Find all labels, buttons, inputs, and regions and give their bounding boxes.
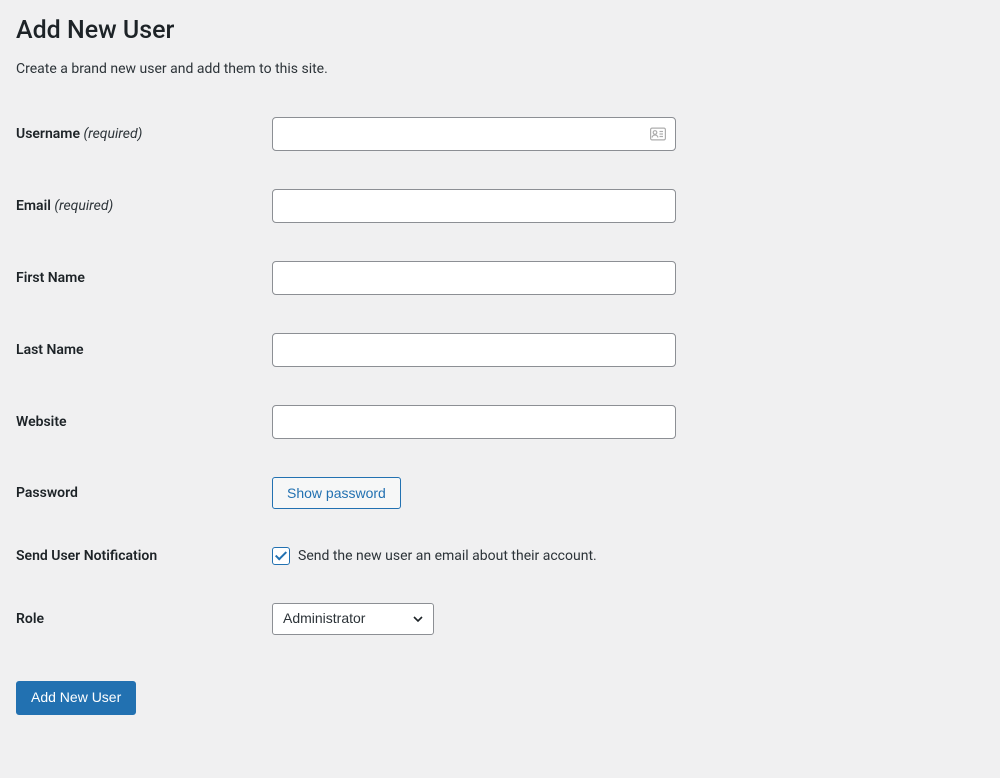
website-input[interactable] xyxy=(272,405,676,439)
username-label: Username (required) xyxy=(16,126,272,142)
page-title: Add New User xyxy=(16,16,984,45)
email-label: Email (required) xyxy=(16,198,272,214)
notification-checkbox-label[interactable]: Send the new user an email about their a… xyxy=(298,548,597,564)
last-name-label: Last Name xyxy=(16,342,272,358)
first-name-label: First Name xyxy=(16,270,272,286)
notification-label: Send User Notification xyxy=(16,548,272,564)
add-new-user-button[interactable]: Add New User xyxy=(16,681,136,715)
username-input[interactable] xyxy=(272,117,676,151)
role-select[interactable]: SubscriberContributorAuthorEditorAdminis… xyxy=(272,603,434,635)
website-label: Website xyxy=(16,414,272,430)
page-description: Create a brand new user and add them to … xyxy=(16,61,984,77)
role-label: Role xyxy=(16,611,272,627)
email-input[interactable] xyxy=(272,189,676,223)
first-name-input[interactable] xyxy=(272,261,676,295)
last-name-input[interactable] xyxy=(272,333,676,367)
contact-card-icon xyxy=(650,128,666,141)
show-password-button[interactable]: Show password xyxy=(272,477,401,509)
notification-checkbox[interactable] xyxy=(272,547,290,565)
password-label: Password xyxy=(16,485,272,501)
